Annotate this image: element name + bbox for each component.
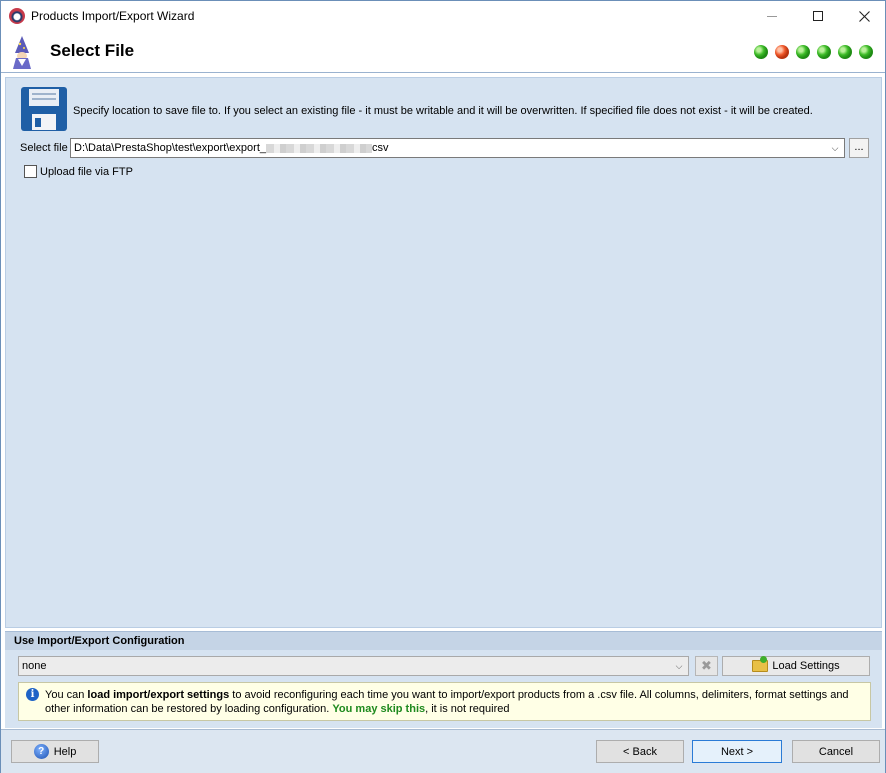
next-button[interactable]: Next > [692,740,782,763]
step-dot [859,45,873,59]
help-icon: ? [33,744,49,759]
help-label: Help [53,745,77,758]
info-icon: i [26,688,39,701]
clear-config-button[interactable]: ✖ [695,656,718,676]
maximize-button[interactable] [795,1,841,31]
step-dot [754,45,768,59]
config-section: none ⌵ ✖ Load Settings i You can load im… [5,650,882,728]
file-path-value: D:\Data\PrestaShop\test\export\export_ cs… [74,142,389,154]
load-settings-label: Load Settings [772,660,840,672]
wizard-icon [13,36,31,69]
config-section-title: Use Import/Export Configuration [14,635,185,647]
app-icon [9,8,25,24]
info-text-line-2: other information can be restored by loa… [45,703,510,715]
browse-button[interactable]: ... [849,138,869,158]
maximize-icon [813,11,823,21]
open-folder-icon [752,656,769,672]
window-title: Products Import/Export Wizard [31,9,195,23]
select-file-label: Select file [20,142,68,154]
wizard-header: Select File [1,31,885,73]
file-path-combobox[interactable]: D:\Data\PrestaShop\test\export\export_ cs… [70,138,845,158]
floppy-disk-icon [21,87,67,131]
save-description: Specify location to save file to. If you… [73,105,813,117]
help-button[interactable]: ? Help [11,740,99,763]
close-icon [858,10,870,22]
chevron-down-icon[interactable]: ⌵ [828,141,842,155]
cancel-button[interactable]: Cancel [792,740,880,763]
minimize-icon [767,15,777,17]
page-title: Select File [50,41,135,60]
config-section-header: Use Import/Export Configuration [5,631,882,650]
step-dot [838,45,852,59]
step-dot-current [775,45,789,59]
redacted-filename [266,143,372,153]
config-info-box: i You can load import/export settings to… [18,682,871,721]
close-button[interactable] [841,1,886,31]
config-selected-value: none [22,660,47,672]
config-select[interactable]: none ⌵ [18,656,689,676]
minimize-button[interactable] [749,1,795,31]
clear-icon: ✖ [701,658,712,673]
load-settings-button[interactable]: Load Settings [722,656,870,676]
back-button[interactable]: < Back [596,740,684,763]
step-indicator [754,45,873,59]
chevron-down-icon[interactable]: ⌵ [672,659,686,673]
step-dot [796,45,810,59]
wizard-footer: ? Help < Back Next > Cancel [1,729,885,773]
ftp-upload-label[interactable]: Upload file via FTP [40,166,133,178]
step-dot [817,45,831,59]
wizard-window: Products Import/Export Wizard Select Fil… [0,0,886,773]
title-bar: Products Import/Export Wizard [1,1,885,31]
info-text-line-1: You can load import/export settings to a… [45,689,849,701]
ftp-upload-checkbox[interactable] [24,165,37,178]
file-panel: Specify location to save file to. If you… [5,77,882,628]
